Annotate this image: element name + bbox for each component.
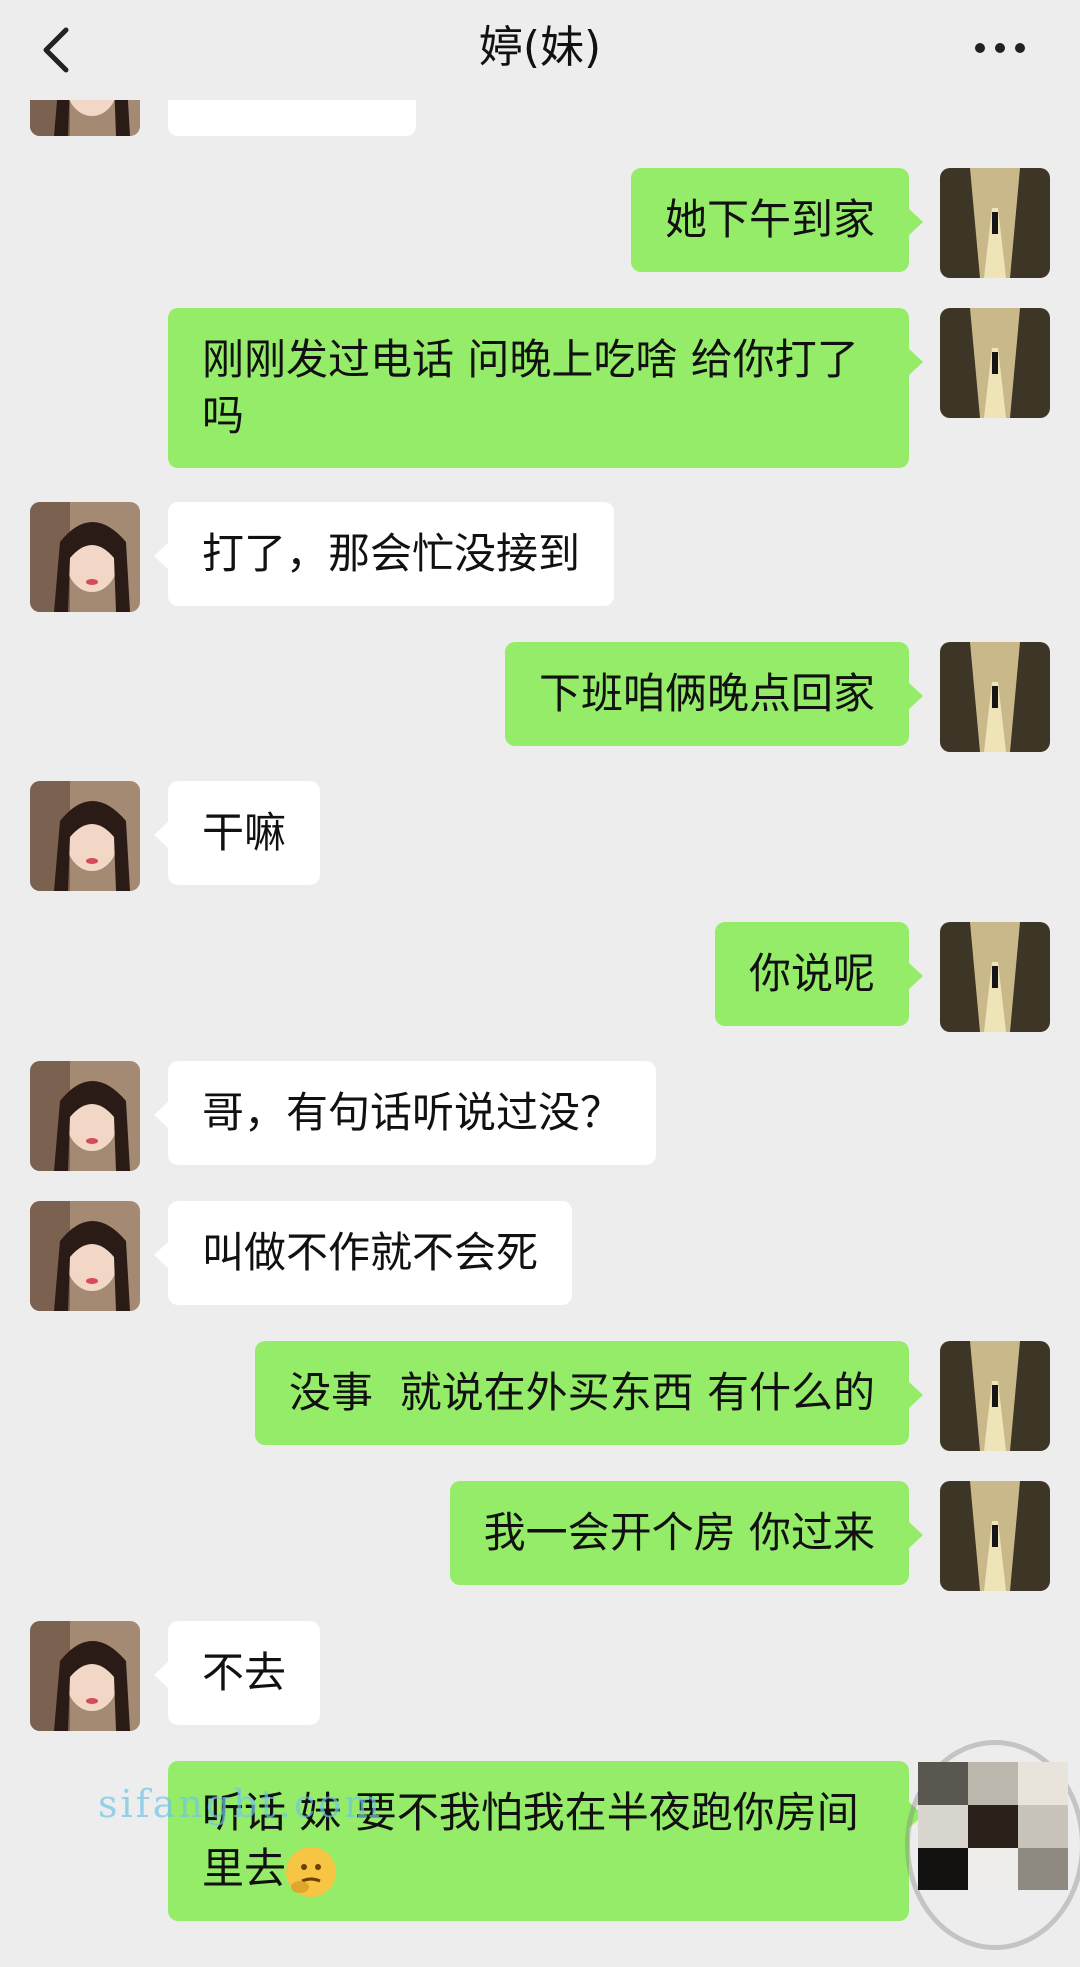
- message-text: 没事 就说在外买东西 有什么的: [288, 1368, 875, 1417]
- message-bubble-outgoing[interactable]: 刚刚发过电话 问晚上吃啥 给你打了吗: [168, 308, 923, 468]
- my-avatar[interactable]: [940, 1341, 1050, 1451]
- more-dots-icon: [975, 43, 1025, 53]
- message-bubble-outgoing[interactable]: 听话 妹 要不我怕我在半夜跑你房间里去: [168, 1761, 923, 1921]
- message-bubble-incoming[interactable]: 叫做不作就不会死: [153, 1201, 573, 1305]
- message-bubble-incoming[interactable]: 哥，有句话听说过没？: [153, 1061, 657, 1165]
- message-bubble-incoming[interactable]: 干嘛: [153, 781, 321, 885]
- mosaic-avatar: [918, 1762, 1068, 1890]
- message-text: 打了，那会忙没接到: [202, 529, 581, 578]
- message-text: 她下午到家: [664, 195, 875, 244]
- message-text: 叫做不作就不会死: [202, 1228, 539, 1277]
- contact-avatar[interactable]: [30, 781, 140, 891]
- message-bubble-incoming[interactable]: 打了，那会忙没接到: [153, 502, 615, 606]
- contact-avatar[interactable]: [30, 1061, 140, 1171]
- message-text: 下班咱俩晚点回家: [538, 669, 875, 718]
- message-text: 哥，有句话听说过没？: [202, 1088, 623, 1137]
- more-button[interactable]: [970, 30, 1030, 66]
- message-bubble-outgoing[interactable]: 没事 就说在外买东西 有什么的: [254, 1341, 924, 1445]
- my-avatar[interactable]: [940, 1481, 1050, 1591]
- chat-header: 婷(妹): [0, 0, 1080, 100]
- message-text: 你说呢: [748, 949, 875, 998]
- message-bubble-outgoing[interactable]: 你说呢: [714, 922, 924, 1026]
- my-avatar[interactable]: [940, 922, 1050, 1032]
- contact-avatar[interactable]: [30, 502, 140, 612]
- message-text: 我一会开个房 你过来: [483, 1508, 875, 1557]
- chat-title: 婷(妹): [478, 22, 602, 73]
- message-text: 刚刚发过电话 问晚上吃啥 给你打了吗: [202, 335, 859, 440]
- message-text: 不去: [202, 1648, 287, 1697]
- thinking-face-emoji: [286, 1846, 337, 1897]
- my-avatar[interactable]: [940, 168, 1050, 278]
- message-bubble-outgoing[interactable]: 她下午到家: [630, 168, 924, 272]
- contact-avatar[interactable]: [30, 1201, 140, 1311]
- my-avatar[interactable]: [940, 308, 1050, 418]
- my-avatar[interactable]: [940, 642, 1050, 752]
- contact-avatar[interactable]: [30, 1621, 140, 1731]
- message-bubble-incoming[interactable]: 不去: [153, 1621, 321, 1725]
- message-bubble-outgoing[interactable]: 下班咱俩晚点回家: [504, 642, 924, 746]
- message-text: 干嘛: [202, 808, 287, 857]
- message-bubble-outgoing[interactable]: 我一会开个房 你过来: [449, 1481, 924, 1585]
